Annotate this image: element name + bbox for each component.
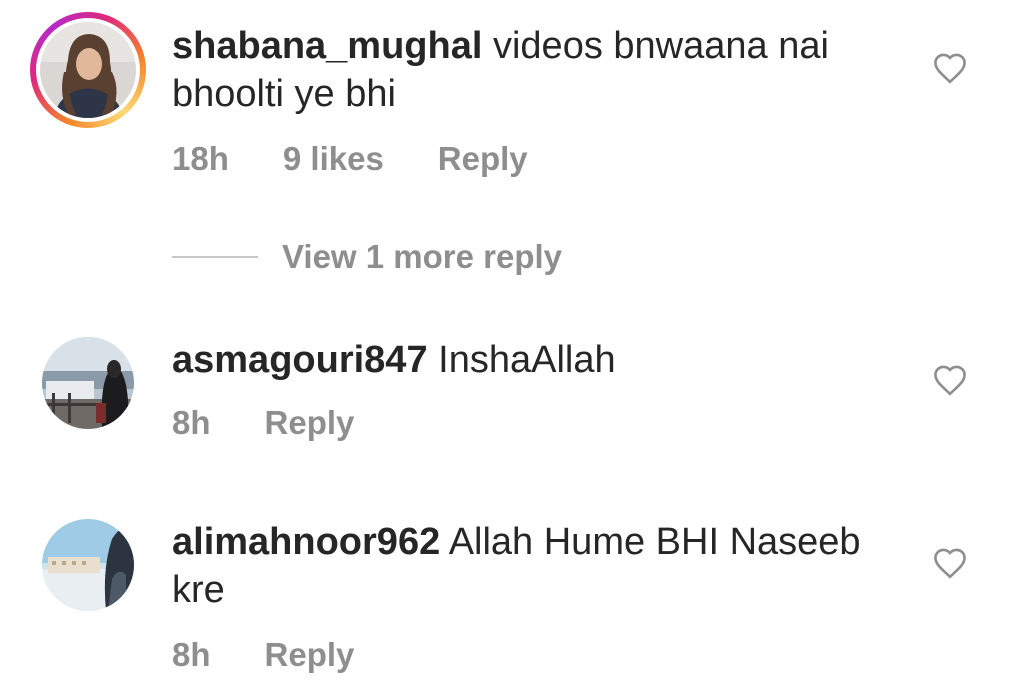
- comment-username[interactable]: alimahnoor962: [172, 521, 440, 563]
- heart-outline-icon[interactable]: [932, 547, 968, 579]
- comment-text: InshaAllah: [438, 339, 616, 381]
- reply-button[interactable]: Reply: [265, 636, 355, 674]
- avatar-photo: [42, 519, 134, 611]
- view-more-replies[interactable]: View 1 more reply: [172, 238, 562, 276]
- comment-timestamp: 8h: [172, 636, 211, 673]
- comment-likes-count[interactable]: 9 likes: [283, 140, 384, 178]
- avatar-photo: [40, 22, 136, 118]
- comment-meta: 18h 9 likes Reply: [172, 140, 528, 178]
- comment-meta: 8h Reply: [172, 636, 354, 674]
- avatar[interactable]: [40, 22, 136, 118]
- view-more-replies-label[interactable]: View 1 more reply: [282, 238, 562, 276]
- avatar[interactable]: [42, 519, 134, 611]
- comment-timestamp: 8h: [172, 404, 211, 441]
- comment-meta: 8h Reply: [172, 404, 354, 442]
- reply-button[interactable]: Reply: [265, 404, 355, 442]
- comment-body: shabana_mughal videos bnwaana nai bhoolt…: [172, 22, 892, 118]
- heart-outline-icon[interactable]: [932, 52, 968, 84]
- comment-timestamp: 18h: [172, 140, 229, 177]
- comment-body: alimahnoor962 Allah Hume BHI Naseeb kre: [172, 518, 892, 614]
- avatar-photo: [42, 337, 134, 429]
- reply-button[interactable]: Reply: [438, 140, 528, 178]
- replies-divider: [172, 256, 258, 258]
- comment-username[interactable]: shabana_mughal: [172, 25, 482, 67]
- heart-outline-icon[interactable]: [932, 364, 968, 396]
- comment-username[interactable]: asmagouri847: [172, 339, 428, 381]
- comment-body: asmagouri847 InshaAllah: [172, 336, 892, 384]
- avatar[interactable]: [42, 337, 134, 429]
